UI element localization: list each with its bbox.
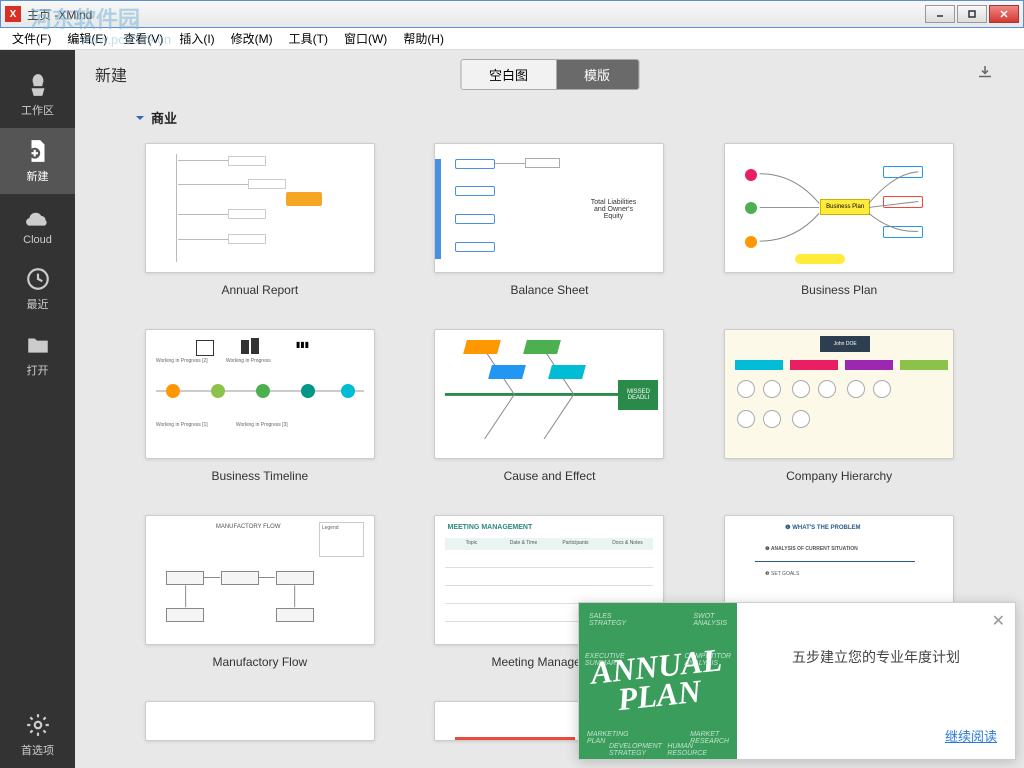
promo-popup: SALESSTRATEGY SWOTANALYSIS EXECUTIVESUMM… — [578, 602, 1016, 760]
menu-window[interactable]: 窗口(W) — [336, 28, 395, 49]
template-thumb: Business Plan — [724, 143, 954, 273]
clock-icon — [25, 266, 51, 292]
template-thumb — [145, 701, 375, 741]
menu-help[interactable]: 帮助(H) — [395, 28, 452, 49]
sidebar-item-open[interactable]: 打开 — [0, 322, 75, 388]
minimize-button[interactable] — [925, 5, 955, 23]
new-file-icon — [25, 138, 51, 164]
sidebar-label-cloud: Cloud — [23, 234, 52, 246]
template-cause-effect[interactable]: MISSEDDEADLI Cause and Effect — [425, 329, 675, 483]
menu-edit[interactable]: 编辑(E) — [59, 28, 115, 49]
sidebar-item-new[interactable]: 新建 — [0, 128, 75, 194]
template-business-timeline[interactable]: ▮▮▮ Working in Progress [2] Working in P… — [135, 329, 385, 483]
menu-modify[interactable]: 修改(M) — [223, 28, 281, 49]
template-thumb — [145, 143, 375, 273]
template-card[interactable] — [135, 701, 385, 741]
download-icon — [976, 63, 994, 81]
titlebar: X 主页 -XMind — [0, 0, 1024, 28]
sidebar-label-open: 打开 — [27, 362, 49, 378]
menu-tools[interactable]: 工具(T) — [281, 28, 336, 49]
template-balance-sheet[interactable]: Total Liabilitiesand Owner's Equity Bala… — [425, 143, 675, 297]
template-label: Company Hierarchy — [786, 469, 892, 483]
template-company-hierarchy[interactable]: John DOE C — [714, 329, 964, 483]
menu-insert[interactable]: 插入(I) — [171, 28, 222, 49]
template-business-plan[interactable]: Business Plan Business Plan — [714, 143, 964, 297]
template-thumb: John DOE — [724, 329, 954, 459]
close-button[interactable] — [989, 5, 1019, 23]
export-button[interactable] — [976, 63, 994, 86]
template-label: Balance Sheet — [510, 283, 588, 297]
template-label: Business Plan — [801, 283, 877, 297]
template-thumb: ▮▮▮ Working in Progress [2] Working in P… — [145, 329, 375, 459]
tab-switch: 空白图 模版 — [460, 59, 639, 90]
template-label: Manufactory Flow — [212, 655, 307, 669]
template-thumb: MANUFACTORY FLOW Legend — [145, 515, 375, 645]
workspace-icon — [25, 72, 51, 98]
sidebar-item-preferences[interactable]: 首选项 — [0, 702, 75, 768]
menu-view[interactable]: 查看(V) — [115, 28, 171, 49]
menu-file[interactable]: 文件(F) — [4, 28, 59, 49]
app-icon: X — [5, 6, 21, 22]
gear-icon — [25, 712, 51, 738]
category-header[interactable]: 商业 — [135, 108, 964, 127]
popup-image: SALESSTRATEGY SWOTANALYSIS EXECUTIVESUMM… — [579, 603, 737, 759]
sidebar-label-new: 新建 — [27, 168, 49, 184]
sidebar-item-recent[interactable]: 最近 — [0, 256, 75, 322]
sidebar-item-cloud[interactable]: Cloud — [0, 194, 75, 256]
template-manufactory-flow[interactable]: MANUFACTORY FLOW Legend Manufactory Flow — [135, 515, 385, 669]
popup-title: 五步建立您的专业年度计划 — [755, 647, 997, 667]
sidebar-label-recent: 最近 — [27, 296, 49, 312]
chevron-down-icon — [135, 113, 145, 123]
content-header: 新建 空白图 模版 — [75, 50, 1024, 98]
window-title: 主页 -XMind — [27, 6, 925, 23]
template-label: Business Timeline — [211, 469, 308, 483]
sidebar: 工作区 新建 Cloud 最近 打开 首选项 — [0, 50, 75, 768]
category-label: 商业 — [151, 108, 177, 127]
page-title: 新建 — [95, 62, 127, 86]
tab-template[interactable]: 模版 — [556, 60, 638, 89]
popup-body: ✕ 五步建立您的专业年度计划 继续阅读 — [737, 603, 1015, 759]
template-thumb: MISSEDDEADLI — [434, 329, 664, 459]
tab-blank[interactable]: 空白图 — [461, 60, 556, 89]
popup-continue-link[interactable]: 继续阅读 — [945, 726, 997, 745]
sidebar-label-workspace: 工作区 — [21, 102, 54, 118]
window-controls — [925, 5, 1019, 23]
cloud-icon — [25, 204, 51, 230]
sidebar-label-preferences: 首选项 — [21, 742, 54, 758]
template-label: Cause and Effect — [504, 469, 596, 483]
template-label: Annual Report — [221, 283, 298, 297]
folder-icon — [25, 332, 51, 358]
menubar: 文件(F) 编辑(E) 查看(V) 插入(I) 修改(M) 工具(T) 窗口(W… — [0, 28, 1024, 50]
popup-close-button[interactable]: ✕ — [992, 611, 1005, 631]
template-thumb: Total Liabilitiesand Owner's Equity — [434, 143, 664, 273]
template-annual-report[interactable]: Annual Report — [135, 143, 385, 297]
maximize-button[interactable] — [957, 5, 987, 23]
sidebar-item-workspace[interactable]: 工作区 — [0, 62, 75, 128]
